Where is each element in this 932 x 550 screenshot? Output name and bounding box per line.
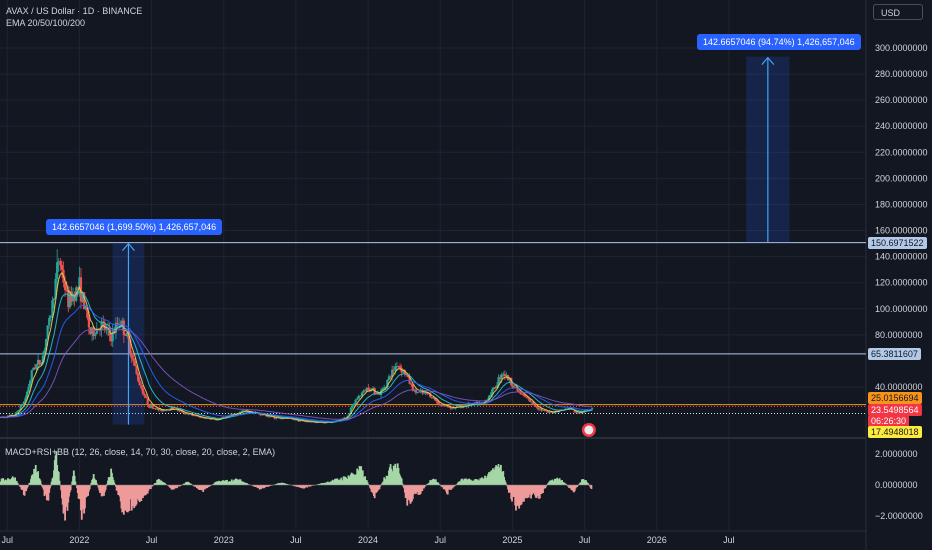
candle-body: [138, 380, 141, 386]
y-tick-label: 280.0000000: [875, 69, 928, 79]
candle-body: [56, 262, 59, 279]
candle-body: [352, 403, 356, 406]
event-flag-inner: [584, 425, 594, 435]
candle-body: [354, 400, 357, 404]
measure-label-1: 142.6657046 (1,699.50%) 1,426,657,046: [46, 219, 223, 235]
candle-body: [27, 386, 30, 393]
y-tick-label: 140.0000000: [875, 252, 928, 262]
x-tick-label: Jul: [1, 535, 13, 545]
candles: [0, 249, 594, 424]
candle-body: [59, 261, 62, 266]
candle-body: [591, 408, 594, 410]
candle-body: [144, 395, 148, 398]
candle-body: [132, 358, 135, 361]
candle-body: [535, 406, 538, 408]
measure-boxes: [112, 56, 790, 425]
price-tag: 150.6971522: [868, 236, 927, 249]
x-tick-label: 2024: [358, 535, 378, 545]
y-tick-label: 160.0000000: [875, 226, 928, 236]
candle-body: [30, 370, 33, 381]
candle-body: [35, 364, 38, 369]
y-tick-label: 200.0000000: [875, 173, 928, 183]
x-tick-label: Jul: [434, 535, 446, 545]
macd-y-tick-label: 0.0000000: [875, 480, 918, 490]
candle-body: [151, 405, 154, 409]
y-tick-label: 80.0000000: [875, 330, 923, 340]
candle-body: [137, 373, 140, 381]
x-tick-label: Jul: [723, 535, 735, 545]
candle-body: [63, 282, 67, 290]
candle-body: [141, 388, 144, 394]
macd-indicator-legend[interactable]: MACD+RSI+BB (12, 26, close, 14, 70, 30, …: [5, 447, 275, 457]
candle-body: [394, 366, 397, 371]
candle-body: [94, 333, 97, 337]
histogram-bar: [26, 485, 29, 487]
x-tick-label: Jul: [146, 535, 158, 545]
macd-y-tick-label: −2.0000000: [875, 511, 923, 521]
y-tick-label: 300.0000000: [875, 43, 928, 53]
measure-label-2: 142.6657046 (94.74%) 1,426,657,046: [697, 34, 861, 50]
candle-body: [48, 318, 51, 326]
y-tick-label: 220.0000000: [875, 147, 928, 157]
price-tag: 65.3811607: [868, 347, 921, 360]
candle-body: [130, 353, 133, 359]
x-tick-label: 2025: [502, 535, 522, 545]
candle-body: [60, 265, 64, 270]
candle-body: [500, 374, 503, 379]
y-tick-label: 260.0000000: [875, 95, 928, 105]
candle-body: [49, 316, 52, 319]
chart-canvas: 300.0000000 280.0000000 260.0000000 240.000…: [0, 0, 928, 550]
y-tick-label: 100.0000000: [875, 304, 928, 314]
indicator-legend[interactable]: EMA 20/50/100/200: [6, 18, 85, 28]
y-tick-label: 240.0000000: [875, 121, 928, 131]
x-tick-label: Jul: [290, 535, 302, 545]
histogram-bar: [74, 481, 77, 485]
candle-body: [356, 398, 359, 401]
candle-body: [526, 397, 529, 399]
candle-body: [367, 387, 370, 391]
candle-body: [21, 404, 24, 406]
price-tag: 25.0156694: [868, 392, 922, 404]
candle-body: [357, 396, 360, 399]
candle-body: [552, 412, 556, 414]
x-tick-label: 2026: [647, 535, 667, 545]
candle-body: [398, 366, 402, 369]
candle-body: [524, 396, 527, 398]
candle-body: [52, 298, 56, 301]
candle-body: [140, 385, 143, 389]
histogram-bar: [58, 480, 61, 485]
candle-body: [133, 360, 137, 366]
candle-body: [359, 395, 362, 397]
y-tick-label: 180.0000000: [875, 199, 928, 209]
candle-body: [438, 404, 441, 406]
candle-body: [16, 410, 19, 413]
candle-body: [533, 404, 537, 407]
x-tick-label: 2023: [214, 535, 234, 545]
histogram-bar: [69, 485, 72, 491]
price-tag: 17.4948018: [868, 426, 922, 438]
candle-body: [529, 399, 532, 402]
x-tick-label: Jul: [579, 535, 591, 545]
y-tick-label: 120.0000000: [875, 278, 928, 288]
candle-body: [360, 392, 364, 396]
macd-y-tick-label: 2.0000000: [875, 449, 918, 459]
histogram-bar: [590, 485, 593, 490]
candle-body: [87, 317, 91, 328]
symbol-title[interactable]: AVAX / US Dollar · 1D · BINANCE: [6, 6, 142, 16]
y-tick-label: 40.0000000: [875, 382, 923, 392]
candle-body: [575, 412, 578, 413]
currency-button[interactable]: USD: [873, 4, 923, 20]
candle-body: [351, 405, 354, 408]
x-tick-label: 2022: [69, 535, 89, 545]
candle-body: [418, 391, 421, 393]
candle-body: [143, 393, 146, 396]
